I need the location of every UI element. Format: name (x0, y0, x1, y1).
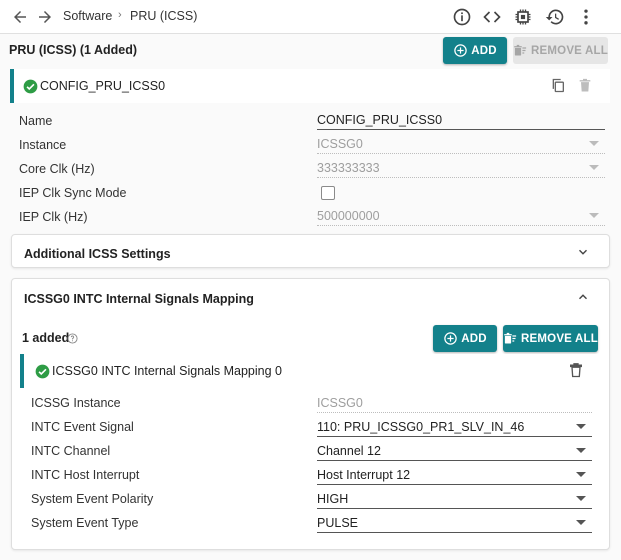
chevron-up-icon[interactable] (576, 290, 590, 304)
host-interrupt-label: INTC Host Interrupt (31, 468, 140, 482)
check-circle-icon (35, 364, 50, 379)
breadcrumb-current[interactable]: PRU (ICSS) (130, 9, 197, 23)
intc-item-name: ICSSG0 INTC Internal Signals Mapping 0 (52, 364, 282, 378)
event-signal-value: 110: PRU_ICSSG0_PR1_SLV_IN_46 (317, 420, 525, 434)
name-input-value: CONFIG_PRU_ICSS0 (317, 113, 443, 127)
intc-add-button[interactable]: ADD (433, 325, 497, 352)
polarity-label: System Event Polarity (31, 492, 154, 506)
event-signal-label: INTC Event Signal (31, 420, 134, 434)
delete-icon[interactable] (577, 77, 593, 94)
channel-value: Channel 12 (317, 444, 381, 458)
host-interrupt-select[interactable]: Host Interrupt 12 (317, 466, 592, 485)
intc-remove-all-button-label: REMOVE ALL (521, 332, 598, 345)
iep-clk-select[interactable]: 500000000 (317, 207, 605, 226)
polarity-select[interactable]: HIGH (317, 490, 592, 509)
breadcrumb-separator: › (118, 9, 122, 21)
channel-label: INTC Channel (31, 444, 111, 458)
icssg-instance-field: ICSSG0 (317, 394, 592, 413)
event-type-select[interactable]: PULSE (317, 514, 592, 533)
remove-all-button-label: REMOVE ALL (531, 44, 608, 57)
copy-icon[interactable] (550, 77, 566, 94)
instance-header[interactable]: CONFIG_PRU_ICSS0 (10, 69, 610, 103)
chip-icon[interactable] (513, 7, 533, 27)
instance-select-value: ICSSG0 (317, 137, 363, 151)
intc-remove-all-button[interactable]: REMOVE ALL (503, 325, 598, 352)
event-type-value: PULSE (317, 516, 358, 530)
intc-mapping-card: ICSSG0 INTC Internal Signals Mapping (11, 278, 610, 550)
icssg-instance-label: ICSSG Instance (31, 396, 121, 410)
added-count-label: 1 added (22, 331, 70, 345)
core-clk-select-value: 333333333 (317, 161, 380, 175)
host-interrupt-value: Host Interrupt 12 (317, 468, 411, 482)
dropdown-arrow-icon (576, 448, 586, 453)
dropdown-arrow-icon (576, 424, 586, 429)
more-vert-icon[interactable] (576, 7, 596, 27)
additional-settings-title: Additional ICSS Settings (24, 247, 171, 261)
dropdown-arrow-icon (589, 141, 599, 146)
dropdown-arrow-icon (576, 496, 586, 501)
channel-select[interactable]: Channel 12 (317, 442, 592, 461)
breadcrumb-software[interactable]: Software (63, 9, 112, 23)
instance-label: Instance (19, 138, 67, 152)
additional-settings-card[interactable]: Additional ICSS Settings (11, 234, 610, 268)
dropdown-arrow-icon (576, 520, 586, 525)
info-icon[interactable] (452, 7, 472, 27)
check-circle-icon (23, 79, 38, 94)
delete-icon[interactable] (568, 362, 584, 379)
core-clk-label: Core Clk (Hz) (19, 162, 95, 176)
iep-clk-label: IEP Clk (Hz) (19, 210, 88, 224)
instance-select[interactable]: ICSSG0 (317, 135, 605, 154)
instance-name: CONFIG_PRU_ICSS0 (40, 79, 166, 93)
history-icon[interactable] (545, 7, 565, 27)
polarity-value: HIGH (317, 492, 349, 506)
help-icon[interactable] (67, 333, 78, 344)
dropdown-arrow-icon (576, 472, 586, 477)
event-signal-select[interactable]: 110: PRU_ICSSG0_PR1_SLV_IN_46 (317, 418, 592, 437)
name-input[interactable]: CONFIG_PRU_ICSS0 (317, 111, 605, 130)
remove-all-button[interactable]: REMOVE ALL (513, 37, 608, 64)
chevron-down-icon[interactable] (576, 245, 590, 259)
iep-sync-label: IEP Clk Sync Mode (19, 186, 127, 200)
module-title: PRU (ICSS) (1 Added) (9, 43, 138, 57)
event-type-label: System Event Type (31, 516, 139, 530)
delete-sweep-icon (513, 43, 528, 58)
intc-add-button-label: ADD (461, 332, 487, 345)
intc-item-header[interactable]: ICSSG0 INTC Internal Signals Mapping 0 (20, 354, 601, 388)
intc-mapping-title: ICSSG0 INTC Internal Signals Mapping (24, 292, 254, 306)
add-button-label: ADD (471, 44, 497, 57)
add-button[interactable]: ADD (443, 37, 507, 64)
name-label: Name (19, 114, 53, 128)
dropdown-arrow-icon (589, 213, 599, 218)
back-arrow-icon[interactable] (11, 8, 29, 26)
code-view-icon[interactable] (482, 7, 502, 27)
top-navigation-bar: Software › PRU (ICSS) (0, 0, 621, 34)
add-circle-icon (453, 43, 468, 58)
iep-clk-select-value: 500000000 (317, 209, 380, 223)
add-circle-icon (443, 331, 458, 346)
iep-sync-checkbox[interactable] (321, 186, 335, 200)
forward-arrow-icon[interactable] (36, 8, 54, 26)
icssg-instance-value: ICSSG0 (317, 396, 363, 410)
core-clk-select[interactable]: 333333333 (317, 159, 605, 178)
dropdown-arrow-icon (589, 165, 599, 170)
delete-sweep-icon (503, 331, 518, 346)
